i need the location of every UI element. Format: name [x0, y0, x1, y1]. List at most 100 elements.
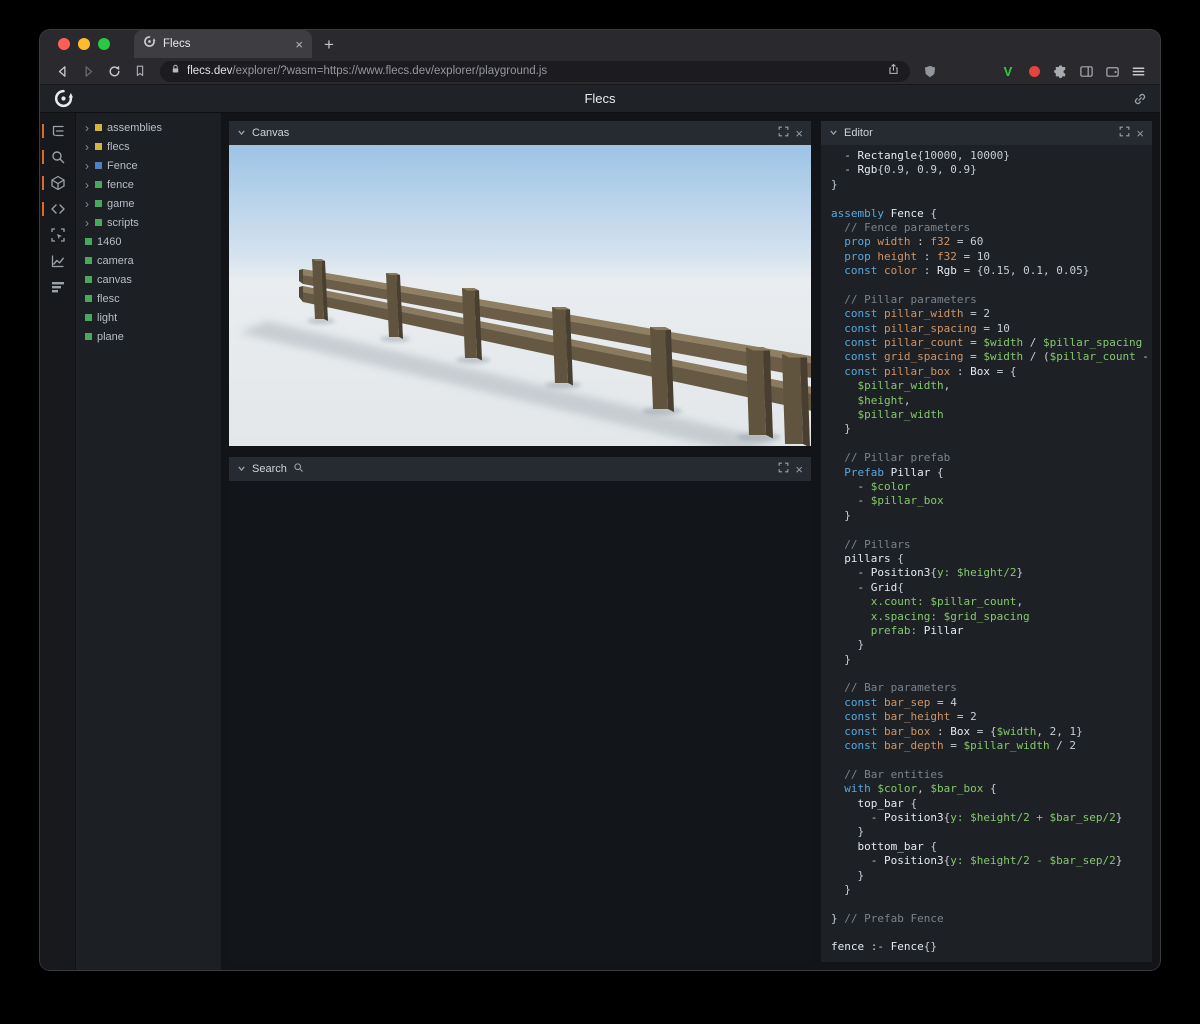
app-body: › assemblies › flecs › Fence › fence › game › scrip… [40, 113, 1160, 970]
code-line: } [831, 422, 851, 436]
inspect-icon[interactable] [40, 225, 75, 245]
expand-arrow-icon[interactable]: › [85, 198, 95, 210]
entity-color-square [85, 276, 92, 283]
code-line: - Position3{y: $height/2 + $bar_sep/2} [831, 810, 1123, 824]
code-line: top_bar { [831, 796, 918, 810]
code-line: const bar_box : Box = {$width, 2, 1} [831, 724, 1083, 738]
close-panel-icon[interactable]: × [795, 463, 803, 476]
search-results-area[interactable] [229, 481, 811, 962]
code-line: } [831, 825, 865, 839]
expand-panel-icon[interactable] [778, 124, 789, 142]
tree-item-label: game [107, 197, 135, 210]
code-editor-icon[interactable] [40, 199, 75, 219]
expand-arrow-icon[interactable]: › [85, 141, 95, 153]
code-line: } [831, 638, 865, 652]
menu-icon[interactable] [1126, 60, 1150, 82]
code-line: prop height : f32 = 10 [831, 249, 990, 263]
code-line: Prefab Pillar { [831, 465, 944, 479]
code-line: } // Prefab Fence [831, 911, 944, 925]
code-line: - Grid{ [831, 580, 904, 594]
code-line: - Rectangle{10000, 10000} [831, 149, 1010, 162]
canvas-3d-icon[interactable] [40, 173, 75, 193]
code-line: const pillar_count = $width / $pillar_sp… [831, 336, 1143, 350]
tab-close-icon[interactable]: × [295, 38, 303, 51]
tree-item-label: scripts [107, 216, 139, 229]
tree-item-camera[interactable]: camera [76, 251, 221, 270]
code-line: const bar_depth = $pillar_width / 2 [831, 739, 1077, 753]
code-line: const pillar_spacing = 10 [831, 321, 1010, 335]
tree-item-assemblies[interactable]: › assemblies [76, 118, 221, 137]
entity-color-square [85, 238, 92, 245]
tree-item-flecs[interactable]: › flecs [76, 137, 221, 156]
tree-item-label: light [97, 311, 118, 324]
bookmark-icon[interactable] [128, 60, 152, 82]
code-line: } [831, 868, 865, 882]
tree-item-scripts[interactable]: › scripts [76, 213, 221, 232]
stats-chart-icon[interactable] [40, 251, 75, 271]
chevron-down-icon[interactable] [829, 124, 838, 142]
url-bar[interactable]: flecs.dev/explorer/?wasm=https://www.fle… [160, 60, 910, 82]
expand-panel-icon[interactable] [1119, 124, 1130, 142]
extension-v-icon[interactable]: V [996, 60, 1020, 82]
tab-favicon-flecs-logo-icon [143, 35, 156, 53]
flecs-logo-icon [53, 88, 74, 114]
expand-arrow-icon[interactable]: › [85, 217, 95, 229]
tree-item-1460[interactable]: 1460 [76, 232, 221, 251]
icon-sidebar [40, 113, 75, 970]
canvas-3d-viewport[interactable] [229, 145, 811, 446]
sidebar-toggle-icon[interactable] [1074, 60, 1098, 82]
tree-item-canvas[interactable]: canvas [76, 270, 221, 289]
tree-item-label: flecs [107, 140, 130, 153]
back-button[interactable] [50, 60, 74, 82]
screen: Flecs × + flecs.dev/explorer/?wasm=https… [0, 0, 1200, 1024]
entity-color-square [85, 333, 92, 340]
app-header: Flecs [40, 85, 1160, 113]
close-window-button[interactable] [58, 38, 70, 50]
extensions-puzzle-icon[interactable] [1048, 60, 1072, 82]
tree-item-label: 1460 [97, 235, 122, 248]
tree-item-game[interactable]: › game [76, 194, 221, 213]
share-icon[interactable] [887, 62, 900, 81]
chevron-down-icon[interactable] [237, 124, 246, 142]
editor-code[interactable]: - Rectangle{10000, 10000} - Rgb{0.9, 0.9… [821, 145, 1152, 962]
browser-tab[interactable]: Flecs × [134, 30, 312, 58]
reload-button[interactable] [102, 60, 126, 82]
tree-item-fence[interactable]: › fence [76, 175, 221, 194]
expand-arrow-icon[interactable]: › [85, 122, 95, 134]
memory-icon[interactable] [40, 277, 75, 297]
page-title: Flecs [584, 91, 616, 106]
close-panel-icon[interactable]: × [1136, 127, 1144, 140]
zoom-window-button[interactable] [98, 38, 110, 50]
tree-item-flesc[interactable]: flesc [76, 289, 221, 308]
tree-item-label: camera [97, 254, 134, 267]
canvas-panel: Canvas × [229, 121, 811, 446]
new-tab-button[interactable]: + [324, 36, 334, 53]
code-line: pillars { [831, 551, 904, 565]
entities-tree-icon[interactable] [40, 121, 75, 141]
code-line: // Bar entities [831, 767, 944, 781]
share-link-icon[interactable] [1132, 91, 1148, 112]
close-panel-icon[interactable]: × [795, 127, 803, 140]
extension-red-icon[interactable] [1022, 60, 1046, 82]
tree-item-plane[interactable]: plane [76, 327, 221, 346]
expand-panel-icon[interactable] [778, 460, 789, 478]
brave-shield-icon[interactable] [918, 60, 942, 82]
code-line: with $color, $bar_box { [831, 782, 997, 796]
code-line: prefab: Pillar [831, 623, 964, 637]
expand-arrow-icon[interactable]: › [85, 160, 95, 172]
chevron-down-icon[interactable] [237, 460, 246, 478]
tree-item-Fence[interactable]: › Fence [76, 156, 221, 175]
forward-button[interactable] [76, 60, 100, 82]
code-line: // Pillar prefab [831, 451, 951, 465]
search-panel: Search × [229, 457, 811, 962]
tree-item-light[interactable]: light [76, 308, 221, 327]
minimize-window-button[interactable] [78, 38, 90, 50]
code-line: - Position3{y: $height/2} [831, 566, 1024, 580]
search-icon[interactable] [40, 147, 75, 167]
expand-arrow-icon[interactable]: › [85, 179, 95, 191]
wallet-icon[interactable] [1100, 60, 1124, 82]
code-line: fence :- Fence{} [831, 940, 937, 954]
